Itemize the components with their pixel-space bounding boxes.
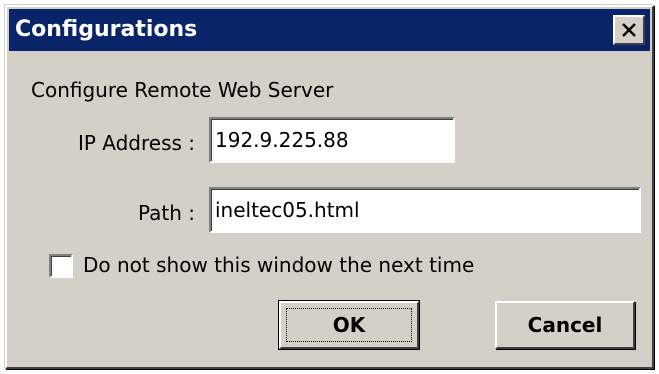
ok-button[interactable]: OK — [278, 300, 420, 350]
cancel-button-label: Cancel — [527, 313, 603, 337]
path-label: Path : — [137, 201, 195, 225]
cancel-button[interactable]: Cancel — [495, 301, 635, 349]
section-heading: Configure Remote Web Server — [31, 78, 334, 102]
path-input[interactable] — [209, 187, 641, 233]
close-icon — [621, 22, 637, 38]
do-not-show-checkbox[interactable] — [49, 254, 73, 278]
ok-button-label: OK — [332, 313, 366, 337]
ip-address-input[interactable] — [209, 117, 455, 163]
close-button[interactable] — [613, 15, 645, 45]
configurations-dialog: Configurations Configure Remote Web Serv… — [5, 5, 654, 369]
ip-address-label: IP Address : — [77, 131, 195, 155]
title-bar[interactable]: Configurations — [9, 9, 650, 51]
window-title: Configurations — [15, 17, 198, 42]
do-not-show-label[interactable]: Do not show this window the next time — [83, 252, 474, 278]
